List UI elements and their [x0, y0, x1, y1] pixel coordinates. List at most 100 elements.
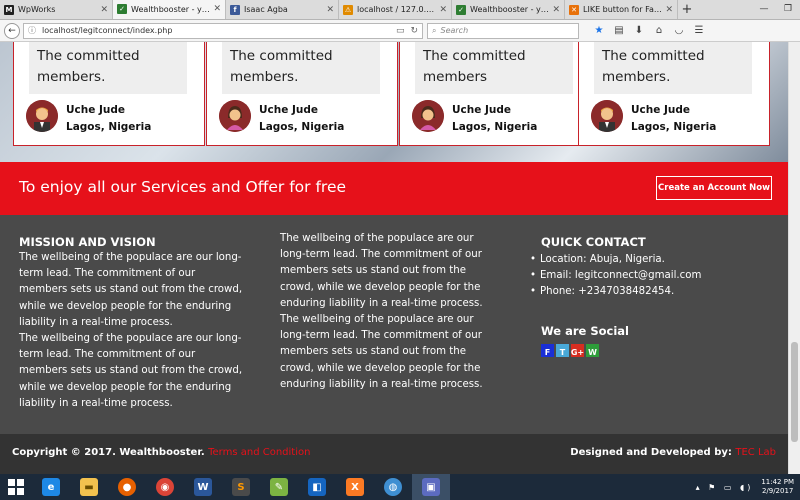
- testimonial-author: Uche Jude Lagos, Nigeria: [631, 102, 716, 136]
- browser-tab[interactable]: ⚠ localhost / 127.0.0.1 ...✕: [339, 0, 452, 19]
- tab-favicon-icon: ✕: [569, 4, 579, 15]
- taskbar-word[interactable]: W: [184, 474, 222, 500]
- taskbar-firefox[interactable]: ●: [108, 474, 146, 500]
- new-tab-button[interactable]: +: [678, 0, 696, 19]
- back-button[interactable]: ←: [4, 22, 20, 39]
- author-name: Uche Jude: [66, 104, 126, 116]
- url-text: localhost/legitconnect/index.php: [42, 26, 173, 35]
- tab-close-icon[interactable]: ✕: [100, 5, 108, 15]
- tab-title: Wealthbooster - you...: [470, 5, 550, 14]
- contact-location: Location: Abuja, Nigeria.: [530, 252, 750, 268]
- tab-title: Wealthbooster - you...: [131, 4, 211, 14]
- testimonial-quote: The committed members.: [594, 42, 752, 94]
- author-name: Uche Jude: [259, 104, 319, 116]
- reading-list-icon[interactable]: ▤: [609, 25, 629, 36]
- browser-tab[interactable]: f Isaac Agba ✕: [226, 0, 339, 19]
- taskbar-screenshot[interactable]: ▣: [412, 474, 450, 500]
- testimonials-section: The committed members. Uche Jude Lagos, Ni…: [0, 42, 788, 162]
- restore-icon[interactable]: ❐: [776, 4, 800, 14]
- ie-icon: e: [42, 478, 60, 496]
- taskbar-sublime[interactable]: S: [222, 474, 260, 500]
- clock[interactable]: 11:42 PM 2/9/2017: [761, 478, 794, 496]
- download-icon[interactable]: ⬇: [629, 25, 649, 36]
- chrome-icon: ◉: [156, 478, 174, 496]
- bottom-bar: Copyright © 2017. Wealthbooster. Terms a…: [0, 434, 788, 474]
- menu-icon[interactable]: ☰: [689, 25, 709, 36]
- author-name: Uche Jude: [631, 104, 691, 116]
- search-placeholder: Search: [440, 26, 469, 35]
- testimonial-quote: The committed members.: [222, 42, 380, 94]
- tab-close-icon[interactable]: ✕: [213, 4, 221, 14]
- contact-email[interactable]: Email: legitconnect@gmail.com: [530, 268, 750, 284]
- copyright-text: Copyright © 2017. Wealthbooster.: [12, 447, 205, 458]
- contact-list: Location: Abuja, Nigeria. Email: legitco…: [530, 252, 750, 300]
- create-account-button[interactable]: Create an Account Now: [656, 176, 772, 200]
- url-bar[interactable]: ⓘ localhost/legitconnect/index.php ▭ ↻: [23, 22, 423, 39]
- footer: MISSION AND VISION The wellbeing of the …: [0, 215, 788, 434]
- tab-title: Isaac Agba: [244, 5, 288, 14]
- browser-tab[interactable]: ✓ Wealthbooster - you...✕: [113, 0, 226, 19]
- home-icon[interactable]: ⌂: [649, 25, 669, 36]
- system-tray: ▴ ⚑ ▭ ◖) 11:42 PM 2/9/2017: [696, 478, 800, 496]
- testimonial-author: Uche Jude Lagos, Nigeria: [66, 102, 151, 136]
- notepad-icon: ✎: [270, 478, 288, 496]
- taskbar-xampp[interactable]: X: [336, 474, 374, 500]
- mission-heading: MISSION AND VISION: [19, 235, 156, 249]
- mission-text: The wellbeing of the populace are our lo…: [19, 333, 243, 409]
- clock-time: 11:42 PM: [761, 478, 794, 486]
- folder-icon: ▬: [80, 478, 98, 496]
- browser-tab[interactable]: ✓ Wealthbooster - you...✕: [452, 0, 565, 19]
- social-link-w[interactable]: W: [586, 344, 599, 357]
- browser-tab-bar: MWpWorks✕✓Wealthbooster - you...✕fIsaac …: [0, 0, 800, 20]
- testimonial-card: The committed members Uche Jude Lagos, Nig…: [399, 42, 591, 146]
- male-avatar-icon: [591, 100, 623, 132]
- taskbar-notepad[interactable]: ✎: [260, 474, 298, 500]
- testimonial-card: The committed members. Uche Jude Lagos, Ni…: [578, 42, 770, 146]
- taskbar-chrome[interactable]: ◉: [146, 474, 184, 500]
- search-input[interactable]: ⌕ Search: [427, 22, 579, 39]
- author-location: Lagos, Nigeria: [452, 121, 538, 133]
- terms-link[interactable]: Terms and Condition: [208, 447, 310, 458]
- info-icon[interactable]: ⓘ: [28, 25, 36, 36]
- author-location: Lagos, Nigeria: [259, 121, 345, 133]
- tab-close-icon[interactable]: ✕: [665, 5, 673, 15]
- tray-icons[interactable]: ▴ ⚑ ▭ ◖): [696, 483, 754, 492]
- browser-tab[interactable]: ✕LIKE button for Fashi...✕: [565, 0, 678, 19]
- reload-icon[interactable]: ↻: [410, 26, 418, 36]
- designed-by-text: Designed and Developed by:: [570, 447, 732, 458]
- author-location: Lagos, Nigeria: [631, 121, 717, 133]
- social-link-f[interactable]: F: [541, 344, 554, 357]
- bookmark-star-icon[interactable]: ★: [589, 25, 609, 36]
- tab-close-icon[interactable]: ✕: [552, 5, 560, 15]
- browser-tab[interactable]: M WpWorks ✕: [0, 0, 113, 19]
- middle-column: The wellbeing of the populace are our lo…: [280, 231, 502, 393]
- tab-favicon-icon: ⚠: [343, 4, 353, 15]
- taskbar-globe[interactable]: ◍: [374, 474, 412, 500]
- scrollbar-thumb[interactable]: [791, 342, 798, 442]
- window-controls: — ❐: [752, 0, 800, 19]
- globe-icon: ◍: [384, 478, 402, 496]
- windows-start-button[interactable]: [0, 474, 32, 500]
- search-icon: ⌕: [432, 25, 437, 35]
- testimonial-quote: The committed members.: [29, 42, 187, 94]
- contact-column: QUICK CONTACT Location: Abuja, Nigeria. …: [530, 234, 750, 357]
- page-scrollbar[interactable]: [788, 42, 800, 474]
- pocket-icon[interactable]: ◡: [669, 25, 689, 36]
- reader-icon[interactable]: ▭: [396, 26, 405, 36]
- taskbar-ie[interactable]: e: [32, 474, 70, 500]
- social-link-t[interactable]: T: [556, 344, 569, 357]
- designed-by: Designed and Developed by: TEC Lab: [570, 447, 776, 458]
- taskbar-netbeans[interactable]: ◧: [298, 474, 336, 500]
- taskbar-explorer[interactable]: ▬: [70, 474, 108, 500]
- testimonial-author: Uche Jude Lagos, Nigeria: [259, 102, 344, 136]
- author-name: Uche Jude: [452, 104, 512, 116]
- social-link-gplus[interactable]: G+: [571, 344, 584, 357]
- tab-close-icon[interactable]: ✕: [439, 5, 447, 15]
- female-avatar-icon: [412, 100, 444, 132]
- minimize-icon[interactable]: —: [752, 4, 776, 14]
- designer-link[interactable]: TEC Lab: [735, 447, 776, 458]
- testimonial-quote: The committed members: [415, 42, 573, 94]
- contact-heading: QUICK CONTACT: [541, 235, 646, 249]
- tab-close-icon[interactable]: ✕: [326, 5, 334, 15]
- cta-text: To enjoy all our Services and Offer for …: [19, 178, 347, 196]
